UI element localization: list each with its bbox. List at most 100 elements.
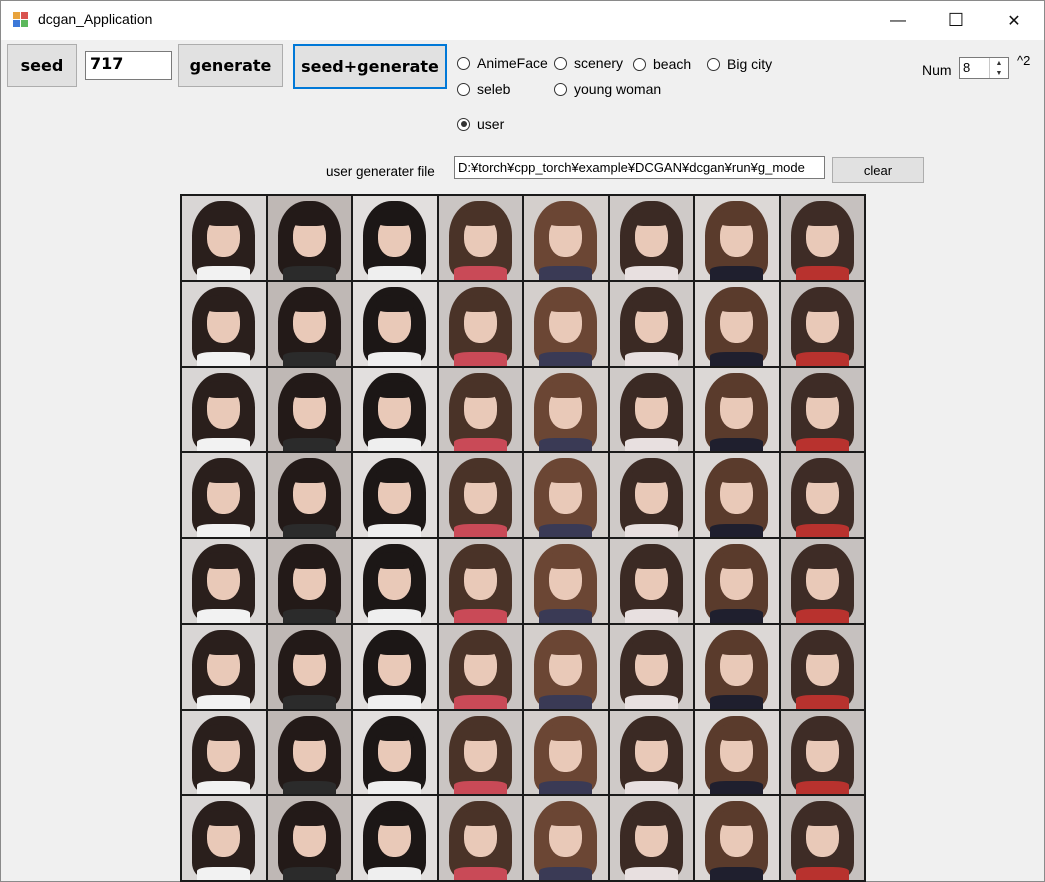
generated-face-image — [609, 624, 693, 709]
radio-label: scenery — [574, 55, 624, 71]
generated-face-image — [780, 539, 864, 623]
generated-face-image — [524, 710, 608, 795]
radio-circle[interactable] — [457, 56, 470, 70]
generator-file-input[interactable]: D:¥torch¥cpp_torch¥example¥DCGAN¥dcgan¥r… — [454, 156, 825, 179]
generated-face-image — [609, 796, 693, 880]
num-stepper[interactable]: 8 ▲ ▼ — [959, 57, 1009, 79]
generated-face-image — [182, 796, 266, 880]
radio-label: Big city — [727, 56, 773, 72]
generated-face-image — [267, 196, 351, 280]
app-icon — [13, 12, 29, 28]
app-window: dcgan_Application — ☐ ✕ seed 717 generat… — [0, 0, 1045, 882]
generate-button[interactable]: generate — [178, 44, 283, 87]
title-bar: dcgan_Application — ☐ ✕ — [1, 1, 1044, 40]
radio-big-city[interactable]: Big city — [707, 56, 772, 72]
generated-face-image — [438, 367, 522, 452]
radio-beach[interactable]: beach — [633, 56, 691, 72]
generated-face-image — [609, 453, 693, 537]
generated-face-image — [695, 624, 779, 709]
generated-face-image — [267, 796, 351, 880]
spin-up-icon[interactable]: ▲ — [990, 58, 1008, 68]
generated-face-image — [438, 624, 522, 709]
generated-face-image — [267, 624, 351, 709]
generated-face-image — [267, 281, 351, 366]
generated-face-image — [695, 281, 779, 366]
seed-input[interactable]: 717 — [85, 51, 172, 80]
num-exponent: ^2 — [1017, 53, 1031, 68]
seed-generate-button[interactable]: seed+generate — [293, 44, 447, 89]
generated-face-image — [695, 453, 779, 537]
num-label: Num — [922, 62, 952, 78]
generated-face-image — [780, 196, 864, 280]
generated-face-image — [353, 281, 437, 366]
radio-seleb[interactable]: seleb — [457, 81, 510, 97]
spin-arrows[interactable]: ▲ ▼ — [989, 58, 1008, 78]
generated-face-image — [353, 453, 437, 537]
generated-face-image — [182, 196, 266, 280]
generated-face-image — [780, 281, 864, 366]
generated-face-image — [438, 796, 522, 880]
generated-image-grid — [180, 194, 866, 882]
radio-scenery[interactable]: scenery — [554, 55, 623, 71]
generated-face-image — [695, 796, 779, 880]
generated-face-image — [695, 196, 779, 280]
generated-face-image — [182, 453, 266, 537]
radio-circle[interactable] — [707, 57, 720, 71]
generated-face-image — [182, 281, 266, 366]
generated-face-image — [780, 367, 864, 452]
radio-label: AnimeFace — [477, 55, 548, 71]
generated-face-image — [524, 281, 608, 366]
minimize-button[interactable]: — — [869, 1, 927, 40]
generated-face-image — [438, 281, 522, 366]
generated-face-image — [609, 367, 693, 452]
radio-circle[interactable] — [554, 56, 567, 70]
generated-face-image — [609, 196, 693, 280]
generated-face-image — [353, 539, 437, 623]
generated-face-image — [182, 624, 266, 709]
generated-face-image — [780, 453, 864, 537]
generated-face-image — [353, 367, 437, 452]
generated-face-image — [438, 453, 522, 537]
radio-young-woman[interactable]: young woman — [554, 81, 661, 97]
generated-face-image — [353, 796, 437, 880]
radio-user[interactable]: user — [457, 116, 504, 132]
num-value[interactable]: 8 — [963, 60, 970, 75]
radio-circle[interactable] — [633, 57, 646, 71]
radio-label: seleb — [477, 81, 511, 97]
generated-face-image — [609, 281, 693, 366]
radio-animeface[interactable]: AnimeFace — [457, 55, 548, 71]
generated-face-image — [780, 710, 864, 795]
generated-face-image — [438, 710, 522, 795]
radio-label: user — [477, 116, 505, 132]
generated-face-image — [695, 367, 779, 452]
generated-face-image — [524, 624, 608, 709]
generated-face-image — [695, 710, 779, 795]
radio-label: young woman — [574, 81, 662, 97]
radio-circle-selected[interactable] — [457, 117, 470, 131]
spin-down-icon[interactable]: ▼ — [990, 68, 1008, 78]
generated-face-image — [524, 796, 608, 880]
generated-face-image — [182, 539, 266, 623]
generated-face-image — [182, 710, 266, 795]
generated-face-image — [438, 196, 522, 280]
radio-label: beach — [653, 56, 692, 72]
generated-face-image — [353, 196, 437, 280]
generated-face-image — [267, 539, 351, 623]
generated-face-image — [182, 367, 266, 452]
window-title: dcgan_Application — [38, 11, 153, 27]
radio-circle[interactable] — [457, 82, 470, 96]
seed-button[interactable]: seed — [7, 44, 77, 87]
generated-face-image — [524, 367, 608, 452]
clear-button[interactable]: clear — [832, 157, 924, 183]
generated-face-image — [780, 796, 864, 880]
generated-face-image — [267, 367, 351, 452]
generated-face-image — [267, 453, 351, 537]
maximize-button[interactable]: ☐ — [927, 1, 985, 40]
generated-face-image — [780, 624, 864, 709]
generated-face-image — [524, 196, 608, 280]
generated-face-image — [695, 539, 779, 623]
close-button[interactable]: ✕ — [985, 1, 1043, 40]
generated-face-image — [609, 710, 693, 795]
radio-circle[interactable] — [554, 82, 567, 96]
generated-face-image — [353, 624, 437, 709]
